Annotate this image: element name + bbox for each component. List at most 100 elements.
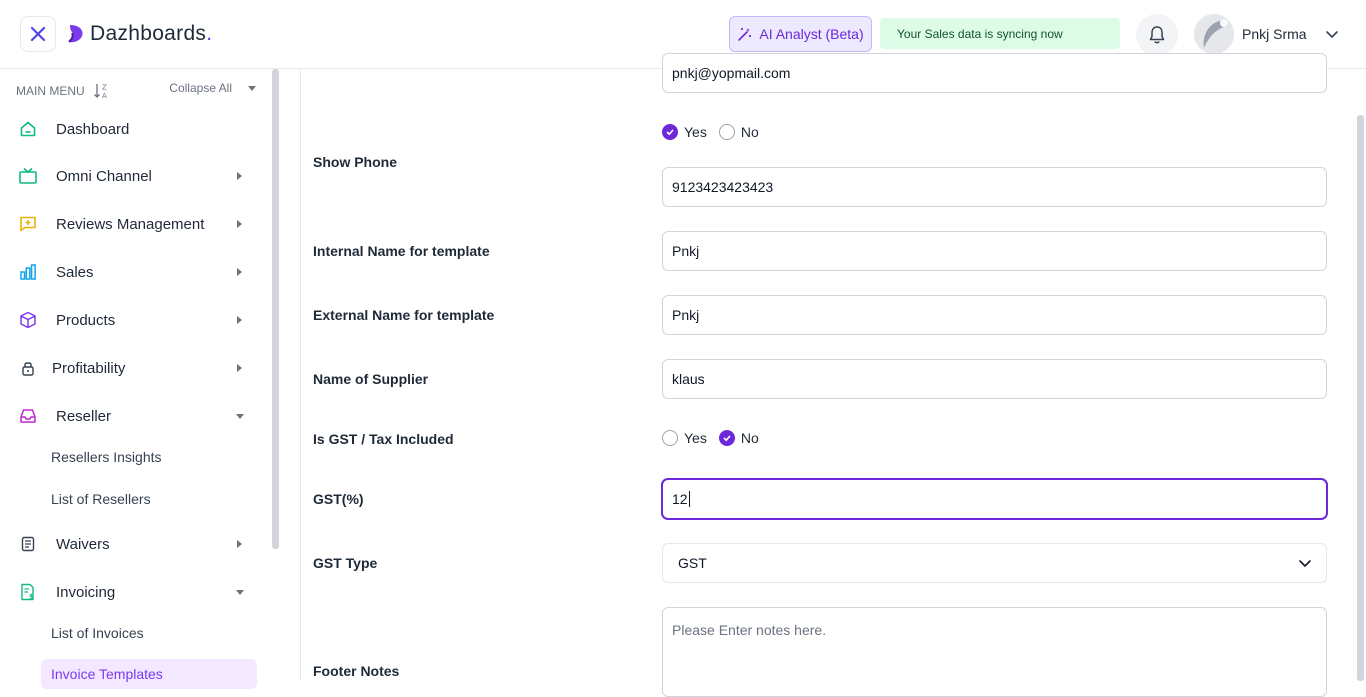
sidebar-item-label: Waivers bbox=[56, 535, 110, 553]
gst-included-radio-group: Yes No bbox=[662, 430, 771, 446]
email-field[interactable]: pnkj@yopmail.com bbox=[662, 53, 1327, 93]
menu-header: MAIN MENU ZA Collapse All bbox=[16, 81, 256, 101]
sidebar-item-reseller[interactable]: Reseller bbox=[16, 398, 256, 434]
gst-type-label: GST Type bbox=[313, 555, 378, 571]
show-phone-label: Show Phone bbox=[313, 154, 397, 170]
sidebar-item-label: Reseller bbox=[56, 407, 112, 425]
supplier-value: klaus bbox=[672, 371, 705, 387]
gst-included-yes-radio[interactable]: Yes bbox=[662, 430, 707, 446]
radio-label: Yes bbox=[684, 124, 707, 140]
sidebar-item-dashboard[interactable]: Dashboard bbox=[16, 111, 256, 147]
gst-type-select[interactable]: GST bbox=[662, 543, 1327, 583]
svg-text:$: $ bbox=[29, 593, 34, 601]
caret-right-icon bbox=[237, 540, 242, 548]
sidebar-subitem-invoice-templates[interactable]: Invoice Templates bbox=[41, 659, 257, 689]
sidebar-item-label: Dashboard bbox=[56, 120, 130, 138]
caret-right-icon bbox=[237, 268, 242, 276]
radio-checked-icon bbox=[718, 430, 735, 446]
show-phone-radio-group: Yes No bbox=[662, 124, 771, 140]
box-icon bbox=[16, 308, 40, 332]
logo-text: Dazhboards bbox=[90, 22, 207, 45]
internal-name-label: Internal Name for template bbox=[313, 243, 490, 259]
invoice-icon: $ bbox=[16, 580, 40, 604]
bell-icon bbox=[1149, 26, 1165, 44]
phone-value: 9123423423423 bbox=[672, 179, 774, 195]
footer-notes-placeholder: Please Enter notes here. bbox=[672, 622, 827, 638]
radio-label: No bbox=[740, 430, 759, 446]
ai-analyst-button[interactable]: AI Analyst (Beta) bbox=[729, 16, 872, 52]
sidebar-item-label: Omni Channel bbox=[56, 167, 152, 185]
email-value: pnkj@yopmail.com bbox=[672, 65, 791, 81]
sidebar-subitem-list-of-resellers[interactable]: List of Resellers bbox=[41, 484, 257, 514]
radio-unchecked-icon bbox=[662, 430, 678, 446]
sidebar-item-label: Sales bbox=[56, 263, 94, 281]
sync-status-text: Your Sales data is syncing now bbox=[897, 26, 1063, 41]
radio-label: Yes bbox=[684, 430, 707, 446]
chevron-down-icon bbox=[1325, 31, 1338, 39]
radio-label: No bbox=[740, 124, 759, 140]
supplier-field[interactable]: klaus bbox=[662, 359, 1327, 399]
sidebar-item-waivers[interactable]: Waivers bbox=[16, 526, 256, 562]
ai-analyst-label: AI Analyst (Beta) bbox=[759, 26, 864, 42]
internal-name-value: Pnkj bbox=[672, 243, 700, 259]
chevron-down-icon bbox=[1299, 560, 1311, 568]
message-plus-icon bbox=[16, 212, 40, 236]
text-cursor bbox=[688, 491, 690, 507]
sidebar-item-omni-channel[interactable]: Omni Channel bbox=[16, 158, 256, 194]
gst-percent-value: 12 bbox=[672, 491, 688, 507]
sidebar-subitem-label: List of Resellers bbox=[51, 491, 151, 507]
gst-percent-field[interactable]: 12 bbox=[662, 479, 1327, 519]
inbox-icon bbox=[16, 404, 40, 428]
phone-field[interactable]: 9123423423423 bbox=[662, 167, 1327, 207]
external-name-field[interactable]: Pnkj bbox=[662, 295, 1327, 335]
sidebar-subitem-list-of-invoices[interactable]: List of Invoices bbox=[41, 618, 257, 648]
sidebar-scrollbar[interactable] bbox=[272, 69, 279, 549]
collapse-all-label: Collapse All bbox=[169, 81, 232, 95]
show-phone-yes-radio[interactable]: Yes bbox=[662, 124, 707, 140]
logo-dot: . bbox=[206, 22, 213, 45]
caret-right-icon bbox=[237, 172, 242, 180]
sidebar-subitem-label: Invoice Templates bbox=[51, 666, 163, 682]
user-name: Pnkj Srma bbox=[1242, 26, 1307, 42]
menu-title: MAIN MENU bbox=[16, 84, 85, 98]
collapse-all-button[interactable]: Collapse All bbox=[169, 81, 256, 95]
logo-icon bbox=[68, 25, 83, 43]
internal-name-field[interactable]: Pnkj bbox=[662, 231, 1327, 271]
sync-status-badge: Your Sales data is syncing now bbox=[880, 18, 1120, 49]
sidebar-item-profitability[interactable]: Profitability bbox=[16, 350, 256, 386]
caret-down-icon bbox=[236, 414, 244, 419]
caret-right-icon bbox=[237, 316, 242, 324]
sidebar-item-products[interactable]: Products bbox=[16, 302, 256, 338]
caret-down-icon bbox=[236, 590, 244, 595]
close-sidebar-button[interactable] bbox=[20, 16, 56, 52]
close-icon bbox=[30, 26, 46, 42]
caret-right-icon bbox=[237, 220, 242, 228]
sort-az-icon[interactable]: ZA bbox=[93, 82, 111, 100]
sidebar-item-label: Profitability bbox=[52, 359, 126, 377]
sidebar-subitem-resellers-insights[interactable]: Resellers Insights bbox=[41, 442, 257, 472]
document-icon bbox=[16, 532, 40, 556]
sidebar-item-reviews-management[interactable]: Reviews Management bbox=[16, 206, 256, 242]
sidebar-item-label: Invoicing bbox=[56, 583, 116, 601]
sidebar-item-label: Products bbox=[56, 311, 116, 329]
notifications-button[interactable] bbox=[1136, 14, 1178, 56]
gst-percent-label: GST(%) bbox=[313, 491, 364, 507]
gst-included-no-radio[interactable]: No bbox=[718, 430, 759, 446]
sidebar-subitem-label: Resellers Insights bbox=[51, 449, 162, 465]
supplier-label: Name of Supplier bbox=[313, 371, 429, 387]
main-scrollbar[interactable] bbox=[1357, 115, 1364, 681]
user-menu[interactable]: Pnkj Srma bbox=[1194, 14, 1339, 54]
footer-notes-textarea[interactable]: Please Enter notes here. bbox=[662, 607, 1327, 697]
sidebar-item-invoicing[interactable]: $ Invoicing bbox=[16, 574, 256, 610]
tv-icon bbox=[16, 164, 40, 188]
caret-down-icon bbox=[248, 85, 256, 91]
gst-included-label: Is GST / Tax Included bbox=[313, 431, 454, 447]
sidebar-item-label: Reviews Management bbox=[56, 215, 205, 233]
show-phone-no-radio[interactable]: No bbox=[718, 124, 759, 140]
radio-checked-icon bbox=[662, 124, 678, 140]
app-logo[interactable]: Dazhboards. bbox=[66, 20, 212, 48]
external-name-value: Pnkj bbox=[672, 307, 700, 323]
sidebar-item-sales[interactable]: Sales bbox=[16, 254, 256, 290]
svg-text:A: A bbox=[102, 92, 107, 100]
caret-right-icon bbox=[237, 364, 242, 372]
